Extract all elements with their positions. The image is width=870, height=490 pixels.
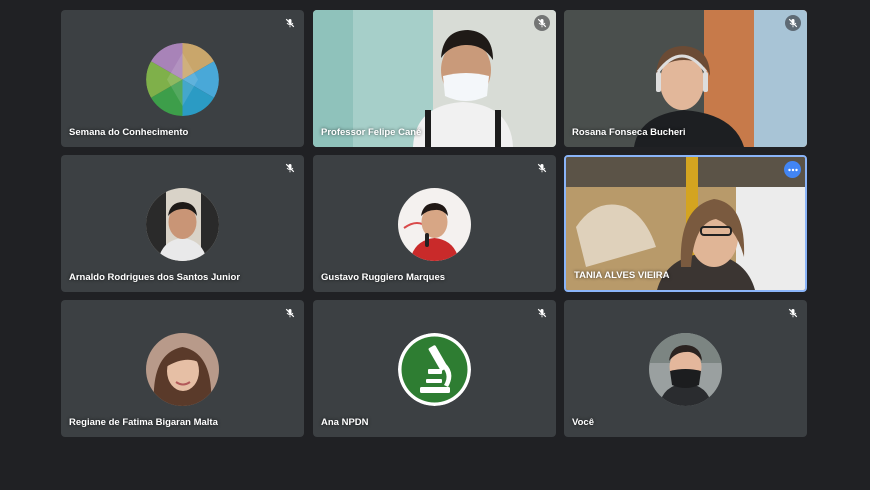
- participant-name: Semana do Conhecimento: [69, 127, 189, 138]
- participant-avatar: [398, 188, 471, 261]
- participant-avatar: [146, 188, 219, 261]
- mic-off-icon: [534, 305, 550, 321]
- mic-off-icon: [282, 160, 298, 176]
- mic-off-icon: [534, 160, 550, 176]
- mic-off-icon: [534, 15, 550, 31]
- participant-name: Regiane de Fatima Bigaran Malta: [69, 417, 218, 428]
- participant-tile[interactable]: Professor Felipe Cané: [313, 10, 556, 147]
- participant-tile[interactable]: Regiane de Fatima Bigaran Malta: [61, 300, 304, 437]
- participant-tile-self[interactable]: Você: [564, 300, 807, 437]
- participant-name: Gustavo Ruggiero Marques: [321, 272, 446, 283]
- mic-off-icon: [785, 15, 801, 31]
- mic-off-icon: [282, 15, 298, 31]
- participant-tile[interactable]: Rosana Fonseca Bucheri: [564, 10, 807, 147]
- participant-grid: Semana do Conhecimento Professor Felipe …: [0, 0, 870, 490]
- more-options-icon[interactable]: [784, 161, 801, 178]
- mic-off-icon: [785, 305, 801, 321]
- participant-tile[interactable]: Arnaldo Rodrigues dos Santos Junior: [61, 155, 304, 292]
- participant-avatar: [649, 333, 722, 406]
- mic-off-icon: [282, 305, 298, 321]
- participant-name: Você: [572, 417, 595, 428]
- participant-name: TANIA ALVES VIEIRA: [574, 270, 670, 281]
- participant-name: Professor Felipe Cané: [321, 127, 422, 138]
- participant-tile-active-speaker[interactable]: TANIA ALVES VIEIRA: [564, 155, 807, 292]
- participant-tile[interactable]: Semana do Conhecimento: [61, 10, 304, 147]
- semana-logo-avatar: [146, 43, 219, 116]
- microscope-logo-avatar: [398, 333, 471, 406]
- participant-tile[interactable]: Ana NPDN: [313, 300, 556, 437]
- participant-name: Arnaldo Rodrigues dos Santos Junior: [69, 272, 241, 283]
- participant-avatar: [146, 333, 219, 406]
- participant-name: Ana NPDN: [321, 417, 369, 428]
- participant-tile[interactable]: Gustavo Ruggiero Marques: [313, 155, 556, 292]
- participant-name: Rosana Fonseca Bucheri: [572, 127, 686, 138]
